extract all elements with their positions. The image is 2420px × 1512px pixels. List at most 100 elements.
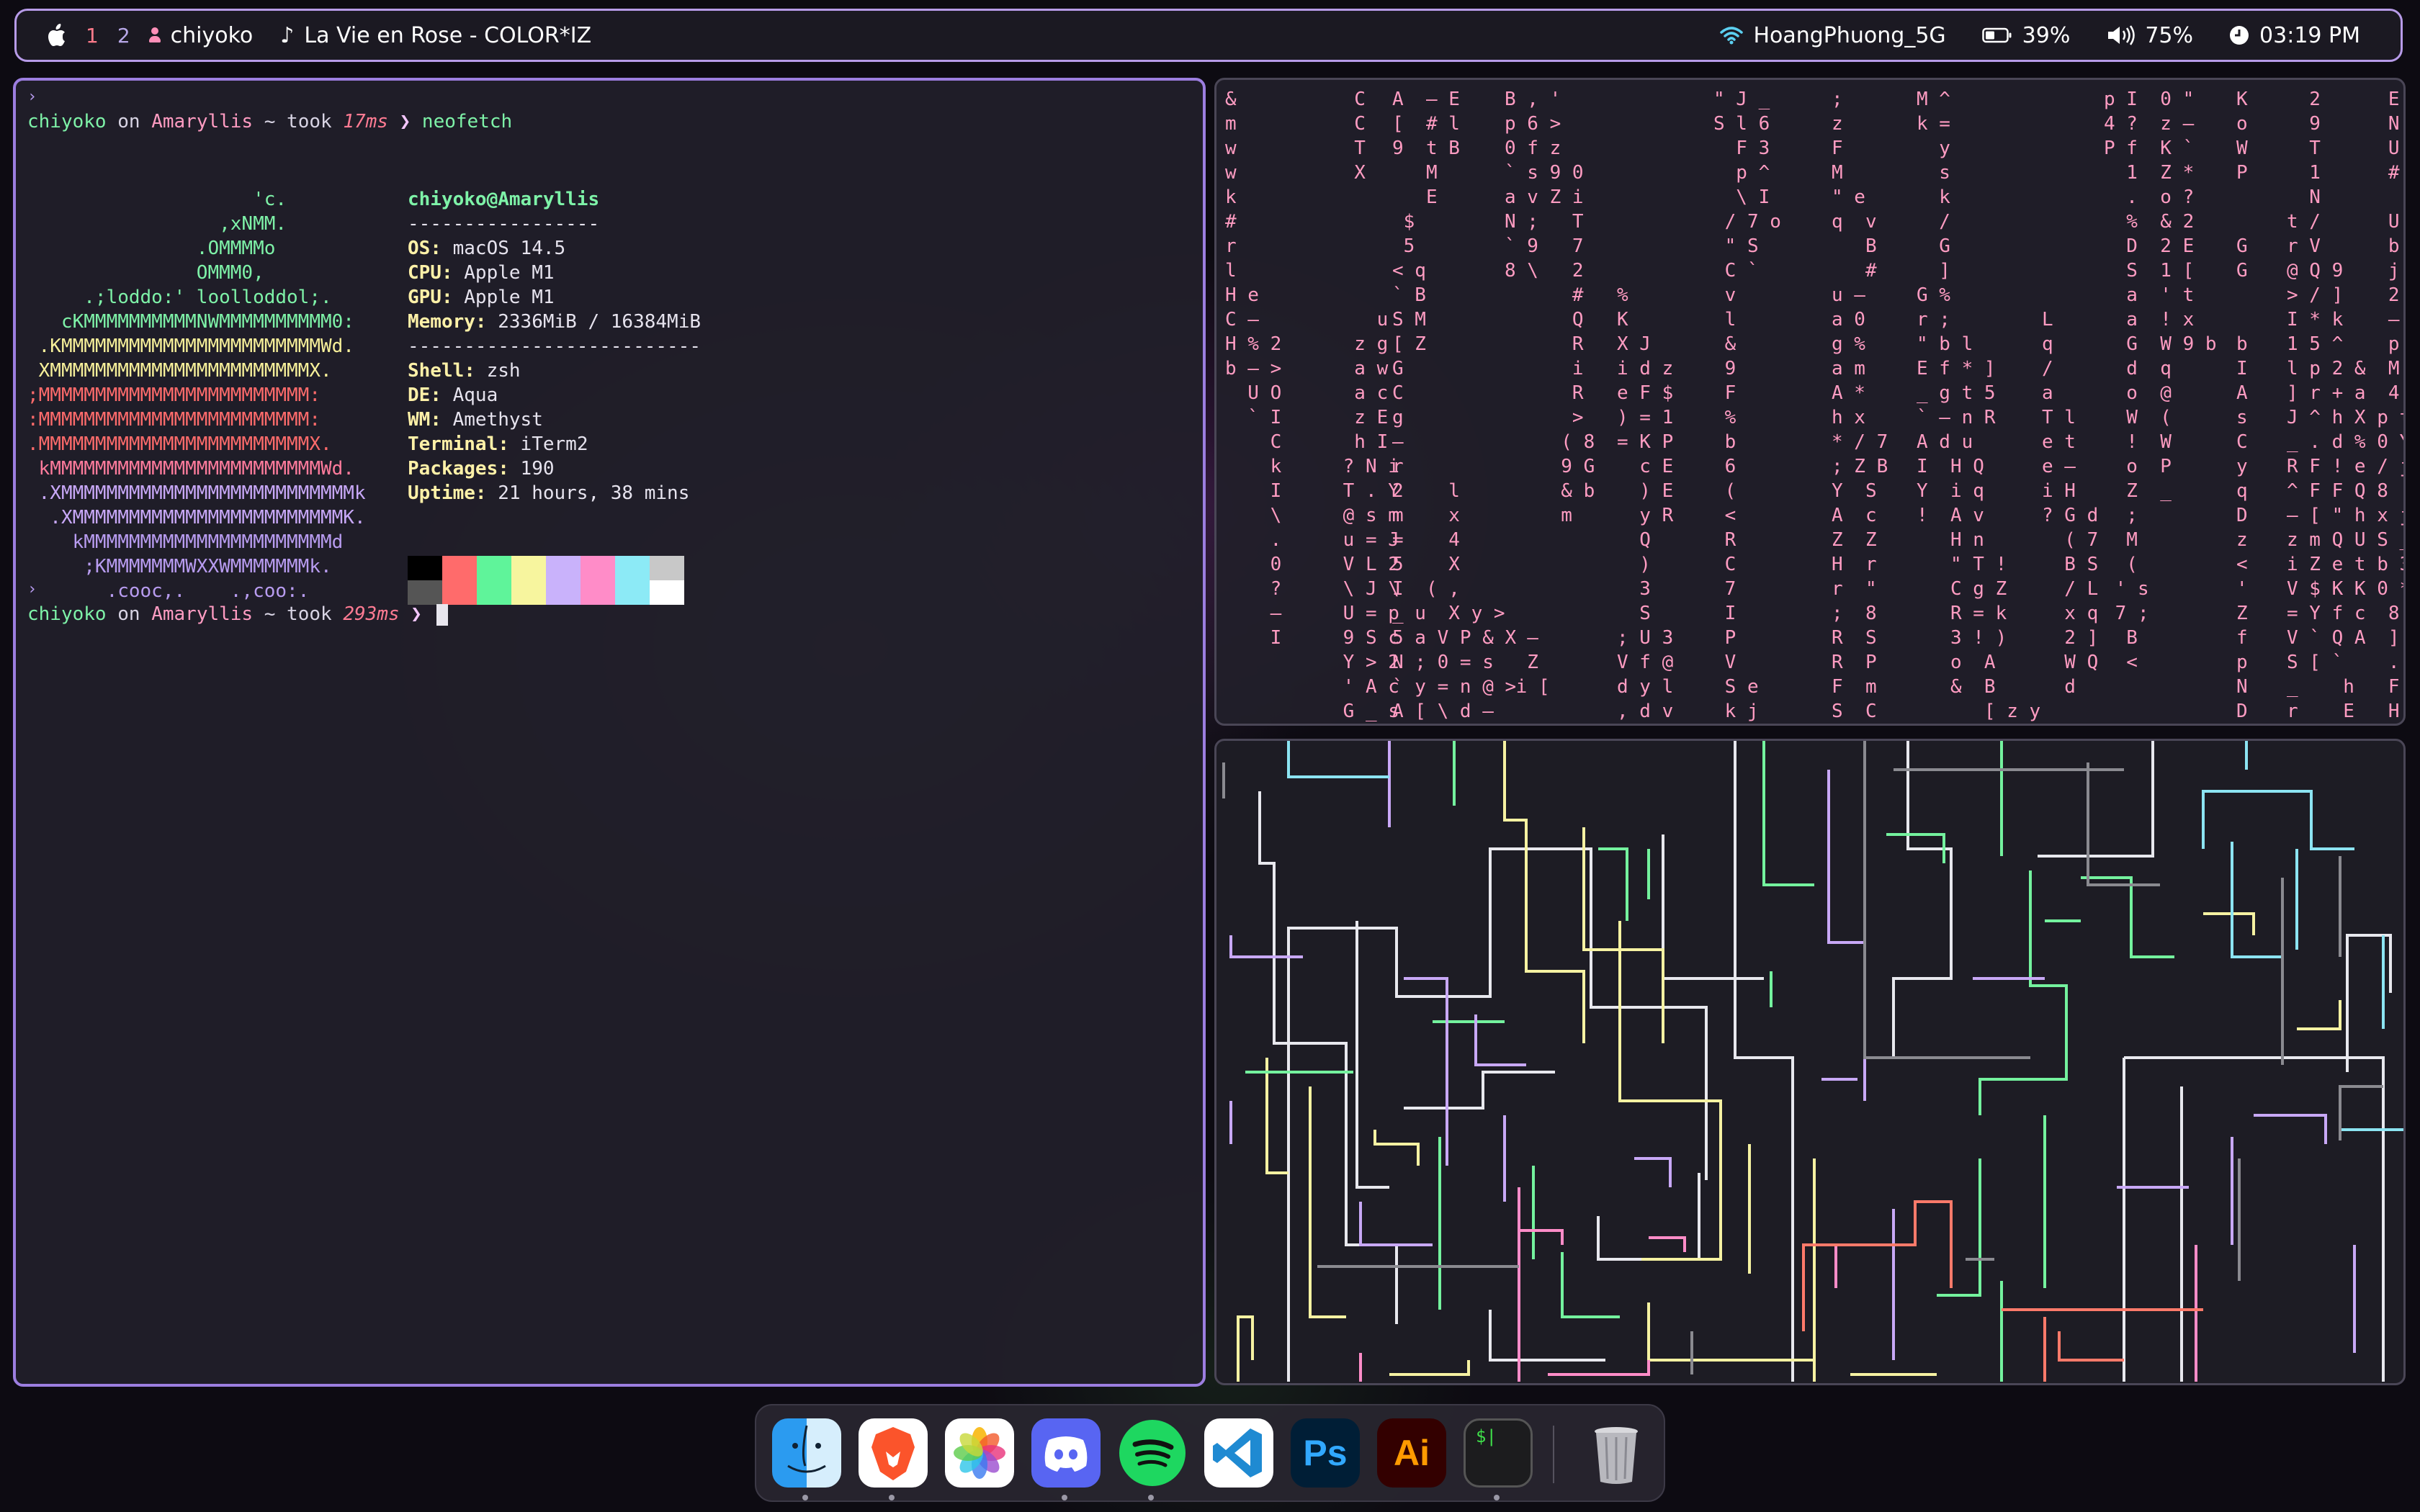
wifi-name: HoangPhuong_5G xyxy=(1753,22,1946,48)
text-cursor xyxy=(436,603,448,626)
prompt-text: ~ took xyxy=(253,603,344,625)
info-value: macOS 14.5 xyxy=(452,238,566,259)
prompt-text: on xyxy=(106,603,152,625)
color-swatch xyxy=(477,556,511,580)
info-row: Packages: 190 xyxy=(408,458,555,480)
prompt-chevron-icon: › xyxy=(27,580,37,598)
info-value: Apple M1 xyxy=(464,287,555,308)
clock-time: 03:19 PM xyxy=(2259,22,2360,48)
terminal-window[interactable]: › chiyoko on Amaryllis ~ took 17ms ❯ neo… xyxy=(13,78,1206,1387)
color-swatch xyxy=(511,556,546,580)
info-separator: ----------------- xyxy=(408,213,600,235)
color-swatch xyxy=(581,580,615,605)
matrix-column: C C T X u z g a w a c z E h I ? N i T . … xyxy=(1343,89,1399,722)
ascii-art-line: cKMMMMMMMMMMNWMMMMMMMMMM0: xyxy=(27,311,354,333)
prompt-line-2[interactable]: chiyoko on Amaryllis ~ took 293ms ❯ xyxy=(27,602,448,626)
matrix-column: A – E [ # l 9 t B M E $ 5 < q ` B S M [ … xyxy=(1392,89,1517,722)
discord-icon[interactable] xyxy=(1031,1418,1101,1488)
workspace-1[interactable]: 1 xyxy=(86,24,99,48)
ascii-art-line: kMMMMMMMMMMMMMMMMMMMMMMd xyxy=(27,531,344,553)
apple-icon[interactable] xyxy=(47,24,67,47)
matrix-column: ; z F M " e q v B # u – a 0 g % a m A * … xyxy=(1832,89,1888,722)
matrix-rain-window[interactable]: & m w w k # r l H e C – H % 2 b – > U O … xyxy=(1214,78,2406,726)
volume-status[interactable]: 75% xyxy=(2106,23,2193,48)
info-row: Memory: 2336MiB / 16384MiB xyxy=(408,311,701,333)
illustrator-label: Ai xyxy=(1394,1433,1430,1473)
finder-icon[interactable] xyxy=(772,1418,841,1488)
brave-running-indicator xyxy=(889,1495,895,1500)
photos-icon[interactable] xyxy=(945,1418,1014,1488)
color-swatch xyxy=(442,556,477,580)
color-swatch xyxy=(615,556,650,580)
color-swatch xyxy=(650,556,684,580)
color-swatch xyxy=(650,580,684,605)
prompt-host: Amaryllis xyxy=(151,111,254,132)
photos-flower-icon xyxy=(954,1427,1005,1479)
now-playing[interactable]: ♪ La Vie en Rose - COLOR*IZ xyxy=(280,23,591,48)
ascii-art-line: kMMMMMMMMMMMMMMMMMMMMMMMMWd. xyxy=(27,458,354,480)
prompt-arrow: ❯ xyxy=(387,111,422,132)
info-title: chiyoko@Amaryllis xyxy=(408,187,701,212)
color-swatch xyxy=(408,556,442,580)
info-row: CPU: Apple M1 xyxy=(408,262,555,284)
ascii-art-line: ;KMMMMMMMWXXWMMMMMMMk. xyxy=(27,556,332,577)
info-row: WM: Amethyst xyxy=(408,409,543,431)
illustrator-icon[interactable]: Ai xyxy=(1377,1418,1446,1488)
ascii-art-line: .;loddo:' loolloddol;. xyxy=(27,287,332,308)
color-swatch xyxy=(581,556,615,580)
pipes-window[interactable] xyxy=(1214,739,2406,1385)
ascii-art-line: ;MMMMMMMMMMMMMMMMMMMMMMMM: xyxy=(27,384,321,406)
terminal-running-indicator xyxy=(1494,1495,1500,1500)
info-row: Uptime: 21 hours, 38 mins xyxy=(408,482,690,504)
matrix-column: 2 E i 9 N P T U w 1 # k N t / U r V b @ … xyxy=(2287,89,2403,722)
matrix-column: L q / a T l e t e – i H ? G d ( 7 B S / … xyxy=(2042,309,2099,698)
info-value: iTerm2 xyxy=(520,433,588,455)
matrix-column: M ^ k = y s k / G ] G % r ; " b l E f * … xyxy=(1917,89,2041,722)
color-swatch xyxy=(511,580,546,605)
battery-level: 39% xyxy=(2022,22,2071,48)
brave-lion-icon xyxy=(871,1427,915,1480)
vscode-icon[interactable] xyxy=(1204,1418,1273,1488)
color-palette-top xyxy=(408,556,684,580)
prompt-chevron-icon: › xyxy=(27,88,37,106)
user-menu[interactable]: chiyoko xyxy=(148,22,254,48)
vscode-logo-icon xyxy=(1213,1428,1262,1477)
discord-logo-icon xyxy=(1044,1436,1088,1472)
dock: Ps Ai $| xyxy=(755,1404,1665,1502)
info-value: Amethyst xyxy=(452,409,543,431)
prompt-line-1: chiyoko on Amaryllis ~ took 17ms ❯ neofe… xyxy=(27,109,512,134)
clock-icon xyxy=(2230,26,2249,45)
info-row: GPU: Apple M1 xyxy=(408,287,555,308)
user-name: chiyoko xyxy=(170,22,254,48)
clock[interactable]: 03:19 PM xyxy=(2229,23,2360,48)
color-swatch xyxy=(546,580,581,605)
spotify-icon[interactable] xyxy=(1118,1418,1187,1488)
prompt-text: ~ took xyxy=(253,111,344,132)
info-value: 190 xyxy=(520,458,555,480)
color-swatch xyxy=(408,580,442,605)
took-time: 17ms xyxy=(343,111,388,132)
trash-icon[interactable] xyxy=(1582,1418,1651,1488)
battery-status[interactable]: 39% xyxy=(1981,22,2071,48)
info-row: Shell: zsh xyxy=(408,360,521,382)
command-text: neofetch xyxy=(421,111,513,132)
brave-icon[interactable] xyxy=(859,1418,928,1488)
wifi-icon xyxy=(1720,27,1744,45)
took-time: 293ms xyxy=(343,603,400,625)
speaker-icon xyxy=(2108,25,2136,45)
finder-face-icon xyxy=(787,1425,826,1473)
now-playing-title: La Vie en Rose - COLOR*IZ xyxy=(304,22,592,48)
color-swatch xyxy=(615,580,650,605)
info-separator: -------------------------- xyxy=(408,336,701,357)
matrix-column: B , ' p 6 > 0 f z ` s 9 0 a v Z i N ; T … xyxy=(1505,89,1595,698)
dock-divider xyxy=(1553,1426,1554,1483)
workspace-2[interactable]: 2 xyxy=(117,24,130,48)
wifi-status[interactable]: HoangPhuong_5G xyxy=(1720,22,1946,48)
terminal-icon[interactable]: $| xyxy=(1464,1418,1533,1488)
ascii-art-line: .cooc,. .,coo:. xyxy=(27,580,310,602)
neofetch-info: chiyoko@Amaryllis ----------------- OS: … xyxy=(408,187,701,505)
ascii-art-line: OMMM0, xyxy=(27,262,264,284)
photoshop-icon[interactable]: Ps xyxy=(1291,1418,1360,1488)
trash-can-icon xyxy=(1595,1427,1638,1484)
terminal-prompt-label: $| xyxy=(1476,1426,1497,1446)
